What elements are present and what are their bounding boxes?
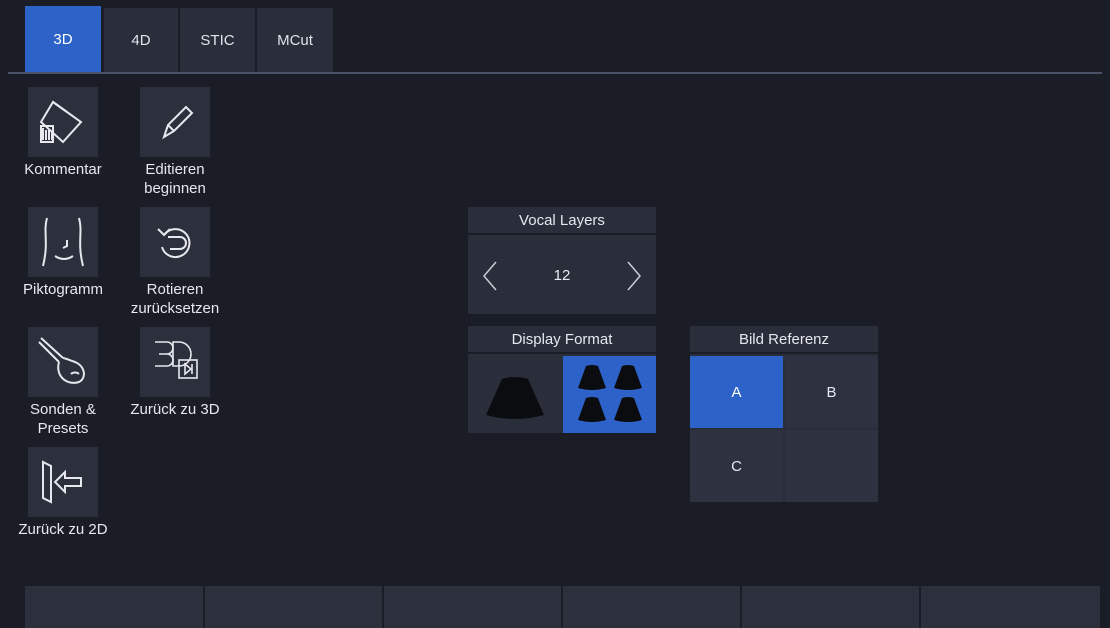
tab-divider	[8, 72, 1102, 74]
back-to-2d-icon	[28, 447, 98, 517]
edit-start-label: Editieren beginnen	[144, 161, 206, 197]
bild-referenz-panel: Bild Referenz A B C	[690, 326, 878, 502]
bild-referenz-a-button[interactable]: A	[690, 356, 783, 428]
back-to-3d-button[interactable]: Zurück zu 3D	[120, 327, 230, 419]
tab-4d[interactable]: 4D	[104, 8, 178, 72]
back-to-3d-label: Zurück zu 3D	[130, 401, 220, 418]
pencil-icon	[140, 87, 210, 157]
vocal-layers-stepper: 12	[468, 237, 656, 314]
tab-stic[interactable]: STIC	[180, 8, 255, 72]
reset-rotation-label: Rotieren zurücksetzen	[130, 281, 220, 317]
bild-referenz-c-button[interactable]: C	[690, 430, 783, 502]
tab-mcut[interactable]: MCut	[257, 8, 333, 72]
vocal-layers-value: 12	[553, 267, 571, 284]
rotate-reset-icon	[140, 207, 210, 277]
body-pictogram-icon	[28, 207, 98, 277]
softkey-2[interactable]	[205, 586, 384, 628]
edit-start-button[interactable]: Editieren beginnen	[120, 87, 230, 198]
bild-referenz-title: Bild Referenz	[690, 326, 878, 354]
softkey-1[interactable]	[25, 586, 205, 628]
display-format-quad-button[interactable]	[563, 356, 656, 433]
vocal-layers-panel: Vocal Layers 12	[468, 207, 656, 314]
quad-sector-icon	[577, 364, 642, 422]
display-format-title: Display Format	[468, 326, 656, 354]
bild-referenz-empty-cell[interactable]	[785, 430, 878, 502]
comment-annotation-icon	[28, 87, 98, 157]
pictogram-button[interactable]: Piktogramm	[8, 207, 118, 299]
softkey-3[interactable]	[384, 586, 563, 628]
reset-rotation-button[interactable]: Rotieren zurücksetzen	[120, 207, 230, 318]
pictogram-label: Piktogramm	[22, 281, 104, 298]
comment-button[interactable]: Kommentar	[8, 87, 118, 179]
back-to-2d-label: Zurück zu 2D	[18, 521, 108, 538]
back-to-2d-button[interactable]: Zurück zu 2D	[8, 447, 118, 539]
increment-chevron-right-icon[interactable]	[622, 256, 646, 296]
display-format-panel: Display Format	[468, 326, 656, 433]
single-sector-icon	[485, 376, 544, 419]
probes-presets-label: Sonden & Presets	[30, 401, 96, 437]
tab-3d[interactable]: 3D	[25, 6, 101, 72]
display-format-single-button[interactable]	[468, 356, 561, 433]
probe-icon	[28, 327, 98, 397]
tab-bar: 3D 4D STIC MCut	[0, 0, 1110, 74]
bild-referenz-b-button[interactable]: B	[785, 356, 878, 428]
vocal-layers-title: Vocal Layers	[468, 207, 656, 235]
probes-presets-button[interactable]: Sonden & Presets	[8, 327, 118, 438]
softkey-5[interactable]	[742, 586, 921, 628]
softkey-6[interactable]	[921, 586, 1100, 628]
decrement-chevron-left-icon[interactable]	[478, 256, 502, 296]
softkey-4[interactable]	[563, 586, 742, 628]
back-to-3d-icon	[140, 327, 210, 397]
comment-label: Kommentar	[24, 161, 102, 178]
